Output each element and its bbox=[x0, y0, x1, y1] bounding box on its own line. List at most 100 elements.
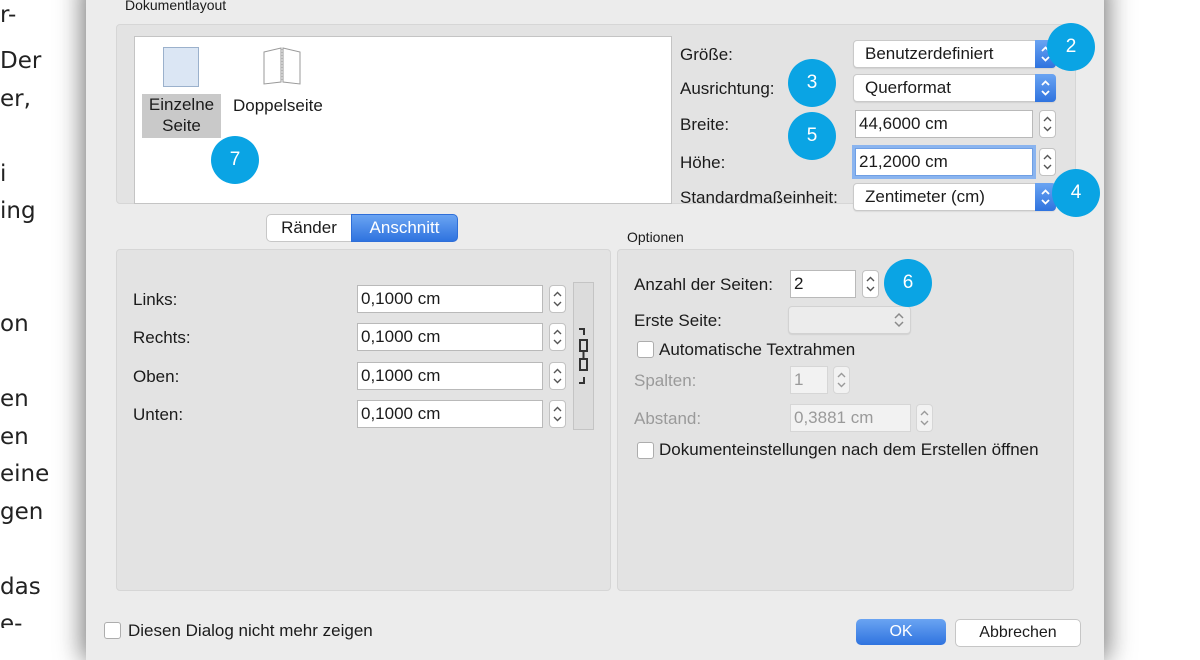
auto-text-frames-checkbox[interactable] bbox=[637, 341, 654, 358]
orientation-popup[interactable]: Querformat bbox=[853, 74, 1056, 102]
options-group: Anzahl der Seiten: 2 Erste Seite: Automa… bbox=[617, 249, 1074, 591]
callout-badge-7: 7 bbox=[211, 136, 259, 184]
spacing-field[interactable]: 0,3881 cm bbox=[790, 404, 911, 432]
height-field[interactable]: 21,2000 cm bbox=[855, 148, 1033, 176]
callout-badge-6: 6 bbox=[884, 259, 932, 307]
article-line: en bbox=[0, 424, 29, 450]
margin-bottom-stepper[interactable] bbox=[549, 400, 566, 428]
spacing-label: Abstand: bbox=[634, 409, 702, 428]
tab-bleed[interactable]: Anschnitt bbox=[351, 214, 458, 242]
layout-preview-box: Einzelne Seite Doppelseite bbox=[134, 36, 672, 204]
spacing-stepper[interactable] bbox=[916, 404, 933, 432]
article-line: eine bbox=[0, 461, 50, 487]
callout-badge-2: 2 bbox=[1047, 23, 1095, 71]
stepper-arrows-icon bbox=[553, 291, 562, 307]
width-label: Breite: bbox=[680, 115, 730, 134]
height-label: Höhe: bbox=[680, 153, 726, 172]
section-title-document-layout: Dokumentlayout bbox=[125, 0, 227, 13]
double-page-label[interactable]: Doppelseite bbox=[233, 96, 323, 116]
height-value: 21,2000 cm bbox=[859, 152, 948, 171]
chain-link-icon bbox=[579, 328, 588, 384]
stepper-arrows-icon bbox=[1043, 154, 1052, 170]
margin-bottom-field[interactable]: 0,1000 cm bbox=[357, 400, 543, 428]
size-label: Größe: bbox=[680, 45, 733, 64]
single-page-option[interactable]: Einzelne Seite bbox=[142, 94, 221, 138]
dont-show-again-checkbox[interactable] bbox=[104, 622, 121, 639]
stepper-arrows-icon bbox=[866, 276, 875, 292]
spacing-value: 0,3881 cm bbox=[794, 408, 874, 427]
unit-popup[interactable]: Zentimeter (cm) bbox=[853, 183, 1056, 211]
single-page-icon[interactable] bbox=[163, 47, 199, 87]
columns-field[interactable]: 1 bbox=[790, 366, 828, 394]
open-settings-checkbox[interactable] bbox=[637, 442, 654, 459]
single-page-label-line1: Einzelne bbox=[148, 95, 215, 114]
article-line: ing bbox=[0, 198, 36, 224]
margin-left-label: Links: bbox=[133, 290, 178, 309]
unit-label: Standardmaßeinheit: bbox=[680, 188, 838, 207]
stepper-arrows-icon bbox=[553, 368, 562, 384]
article-line: er, bbox=[0, 86, 31, 112]
first-page-popup[interactable] bbox=[788, 306, 911, 334]
options-title: Optionen bbox=[627, 229, 684, 245]
columns-stepper[interactable] bbox=[833, 366, 850, 394]
stepper-arrows-icon bbox=[1043, 116, 1052, 132]
margin-left-value: 0,1000 cm bbox=[361, 289, 441, 308]
stepper-arrows-icon bbox=[553, 406, 562, 422]
orientation-label: Ausrichtung: bbox=[680, 79, 775, 98]
chevron-updown-icon bbox=[894, 312, 904, 328]
double-page-icon[interactable] bbox=[262, 46, 302, 86]
dont-show-again-label[interactable]: Diesen Dialog nicht mehr zeigen bbox=[128, 621, 373, 641]
unit-value: Zentimeter (cm) bbox=[865, 187, 985, 206]
open-settings-label[interactable]: Dokumenteinstellungen nach dem Erstellen… bbox=[659, 440, 1039, 460]
callout-badge-5: 5 bbox=[788, 112, 836, 160]
new-document-dialog: Dokumentlayout Einzelne Seite Doppelseit… bbox=[86, 0, 1104, 660]
ok-button[interactable]: OK bbox=[856, 619, 946, 645]
margin-top-stepper[interactable] bbox=[549, 362, 566, 390]
margin-top-field[interactable]: 0,1000 cm bbox=[357, 362, 543, 390]
margin-left-stepper[interactable] bbox=[549, 285, 566, 313]
article-line: r- bbox=[0, 2, 17, 28]
columns-label: Spalten: bbox=[634, 371, 697, 390]
margin-right-field[interactable]: 0,1000 cm bbox=[357, 323, 543, 351]
first-page-label: Erste Seite: bbox=[634, 311, 722, 330]
article-line: i bbox=[0, 161, 7, 187]
margin-top-label: Oben: bbox=[133, 367, 180, 386]
page-count-stepper[interactable] bbox=[862, 270, 879, 298]
article-line: e- bbox=[0, 611, 23, 628]
margin-bottom-label: Unten: bbox=[133, 405, 184, 424]
tab-margins[interactable]: Ränder bbox=[266, 214, 352, 242]
cancel-button[interactable]: Abbrechen bbox=[955, 619, 1081, 647]
margin-left-field[interactable]: 0,1000 cm bbox=[357, 285, 543, 313]
width-value: 44,6000 cm bbox=[859, 114, 948, 133]
height-stepper[interactable] bbox=[1039, 148, 1056, 176]
width-stepper[interactable] bbox=[1039, 110, 1056, 138]
width-field[interactable]: 44,6000 cm bbox=[855, 110, 1033, 138]
auto-text-frames-label[interactable]: Automatische Textrahmen bbox=[659, 340, 855, 360]
columns-value: 1 bbox=[794, 370, 804, 389]
chevron-updown-icon bbox=[1041, 80, 1050, 96]
stepper-arrows-icon bbox=[837, 372, 846, 388]
margin-top-value: 0,1000 cm bbox=[361, 366, 441, 385]
article-line: Der bbox=[0, 48, 42, 74]
margin-right-value: 0,1000 cm bbox=[361, 327, 441, 346]
orientation-popup-arrow bbox=[1035, 74, 1056, 102]
article-line: gen bbox=[0, 499, 44, 525]
margins-bleed-group: Links: 0,1000 cm Rechts: 0,1000 cm Oben:… bbox=[116, 249, 611, 591]
article-line: das bbox=[0, 574, 41, 600]
article-line: on bbox=[0, 311, 29, 337]
link-margins-button[interactable] bbox=[573, 282, 594, 430]
document-layout-group: Einzelne Seite Doppelseite Größe: Benutz… bbox=[116, 24, 1076, 211]
page-count-label: Anzahl der Seiten: bbox=[634, 275, 773, 294]
page-count-field[interactable]: 2 bbox=[790, 270, 856, 298]
article-line: en bbox=[0, 386, 29, 412]
stepper-arrows-icon bbox=[553, 329, 562, 345]
size-value: Benutzerdefiniert bbox=[865, 44, 994, 63]
margin-right-stepper[interactable] bbox=[549, 323, 566, 351]
size-popup[interactable]: Benutzerdefiniert bbox=[853, 40, 1056, 68]
orientation-value: Querformat bbox=[865, 78, 951, 97]
callout-badge-3: 3 bbox=[788, 59, 836, 107]
page-count-value: 2 bbox=[794, 274, 804, 293]
article-text-column: r- Der er, i ing on en en eine gen das e… bbox=[0, 0, 80, 628]
stepper-arrows-icon bbox=[920, 410, 929, 426]
margin-right-label: Rechts: bbox=[133, 328, 191, 347]
